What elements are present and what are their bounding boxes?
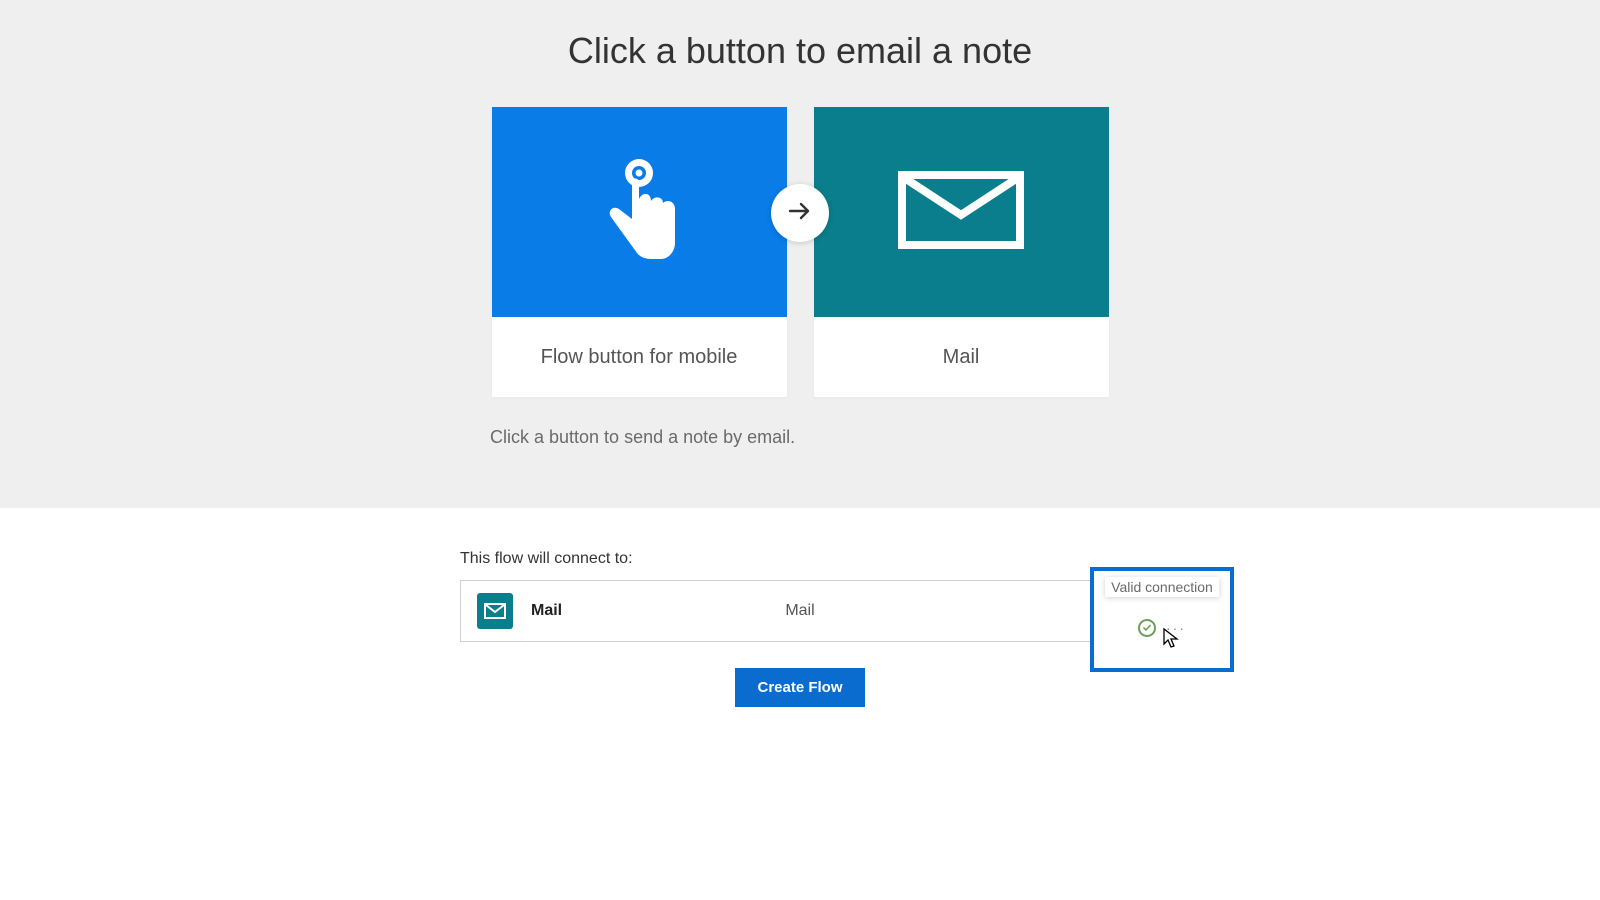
- tiles-row: Flow button for mobile: [490, 107, 1110, 397]
- connections-section: This flow will connect to: Mail Mail Val…: [0, 508, 1600, 707]
- tile-mail-label: Mail: [814, 317, 1109, 397]
- hero-section: Click a button to email a note Flow butt…: [0, 0, 1600, 508]
- hero-inner: Click a button to email a note Flow butt…: [490, 30, 1110, 448]
- mail-connector-icon: [477, 593, 513, 629]
- hero-description: Click a button to send a note by email.: [490, 427, 1110, 448]
- tile-flow-button-label: Flow button for mobile: [492, 317, 787, 397]
- cursor-icon: [1162, 627, 1180, 654]
- connections-heading: This flow will connect to:: [460, 550, 1140, 568]
- arrow-right-icon: [787, 198, 813, 229]
- tile-mail[interactable]: Mail: [814, 107, 1109, 397]
- create-flow-button[interactable]: Create Flow: [735, 668, 864, 707]
- page-title: Click a button to email a note: [490, 30, 1110, 72]
- tile-mail-icon-area: [814, 107, 1109, 317]
- connection-type: Mail: [785, 602, 814, 620]
- checkmark-icon: [1138, 619, 1156, 637]
- connection-name: Mail: [531, 602, 562, 620]
- tile-flow-button-icon-area: [492, 107, 787, 317]
- tooltip-valid-connection: Valid connection: [1105, 577, 1219, 597]
- connection-row-wrap: Mail Mail Valid connection ···: [460, 580, 1140, 642]
- tile-flow-button[interactable]: Flow button for mobile: [492, 107, 787, 397]
- touch-icon: [599, 155, 679, 270]
- envelope-icon: [896, 165, 1026, 260]
- connections-inner: This flow will connect to: Mail Mail Val…: [460, 550, 1140, 707]
- connection-row-mail[interactable]: Mail Mail: [460, 580, 1140, 642]
- connection-status-callout: Valid connection ···: [1090, 567, 1234, 672]
- arrow-connector: [771, 184, 829, 242]
